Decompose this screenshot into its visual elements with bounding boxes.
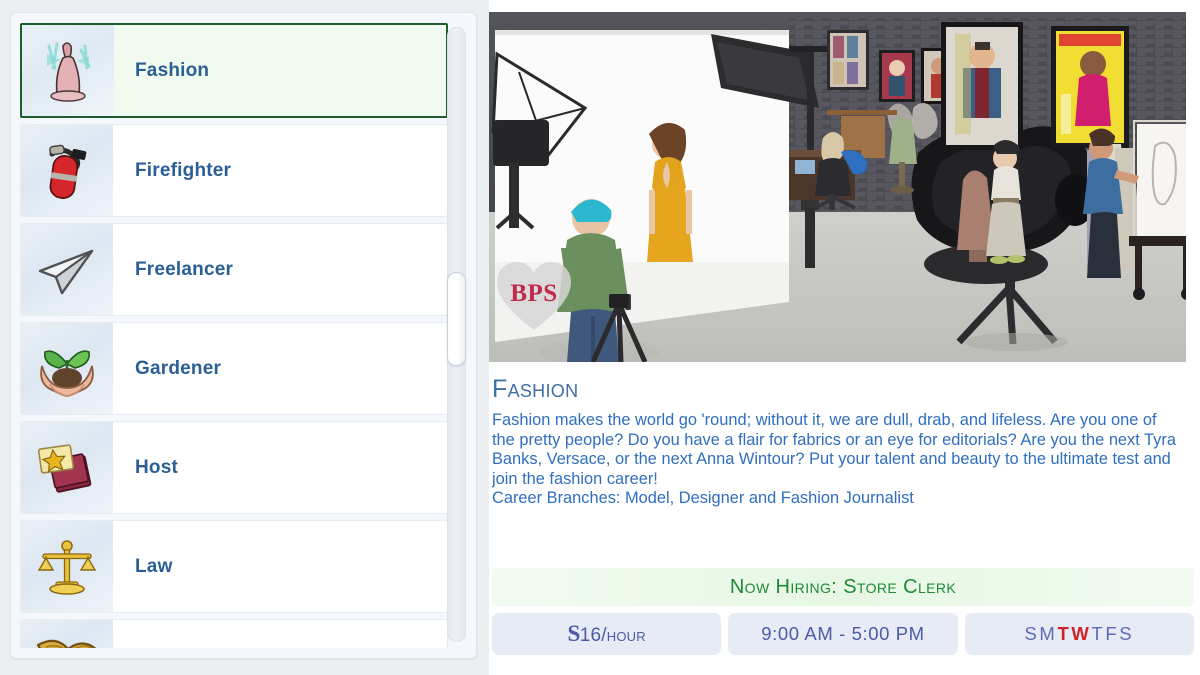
career-list-item-freelancer[interactable]: Freelancer bbox=[20, 223, 448, 316]
bps-watermark: BPS bbox=[495, 260, 573, 334]
career-selection-screen: Fashion Firefighter Freelancer Gardener … bbox=[0, 0, 1200, 675]
fire-extinguisher-icon bbox=[49, 144, 87, 199]
dress-icon bbox=[47, 41, 91, 102]
workday-letters: SMTWTFS bbox=[1024, 623, 1134, 645]
wage-unit: /hour bbox=[601, 625, 646, 646]
workday-0-inactive: S bbox=[1024, 623, 1040, 644]
gold-wings-icon bbox=[21, 620, 113, 648]
wage-amount: 16 bbox=[579, 625, 602, 646]
bps-watermark-text: BPS bbox=[510, 280, 558, 307]
scales-icon bbox=[21, 521, 113, 612]
career-preview-image: BPS bbox=[489, 12, 1186, 362]
paper-plane-icon bbox=[21, 224, 113, 315]
scales-icon bbox=[37, 539, 97, 595]
career-list-item-firefighter[interactable]: Firefighter bbox=[20, 124, 448, 217]
wage-value: S16/hour bbox=[567, 621, 645, 647]
workday-5-inactive: F bbox=[1105, 623, 1120, 644]
star-book-icon bbox=[21, 422, 113, 513]
workday-6-inactive: S bbox=[1119, 623, 1135, 644]
career-branches: Career Branches: Model, Designer and Fas… bbox=[492, 489, 914, 507]
career-list-panel: Fashion Firefighter Freelancer Gardener … bbox=[10, 12, 477, 659]
job-stats-row: S16/hour 9:00 AM - 5:00 PM SMTWTFS bbox=[492, 613, 1194, 655]
workday-4-inactive: T bbox=[1091, 623, 1106, 644]
paper-plane-icon bbox=[38, 249, 94, 294]
workday-3-active: W bbox=[1071, 623, 1092, 644]
hands-seedling-icon bbox=[21, 323, 113, 414]
career-list-item-label: Law bbox=[135, 555, 173, 577]
dress-icon bbox=[22, 25, 114, 116]
career-list-item-gardener[interactable]: Gardener bbox=[20, 322, 448, 415]
workdays-pill[interactable]: SMTWTFS bbox=[964, 613, 1194, 655]
career-list-scrollbar[interactable] bbox=[447, 27, 466, 642]
simoleon-icon: S bbox=[567, 621, 580, 646]
now-hiring-text: Now Hiring: Store Clerk bbox=[729, 575, 957, 598]
workday-1-inactive: M bbox=[1039, 623, 1058, 644]
gold-wings-icon bbox=[36, 639, 97, 648]
star-book-icon bbox=[37, 443, 92, 493]
career-list-item-label: Gardener bbox=[135, 357, 222, 379]
career-list-item-label: Firefighter bbox=[135, 159, 232, 181]
career-list-item-host[interactable]: Host bbox=[20, 421, 448, 514]
studio-scene-illustration bbox=[489, 12, 1186, 362]
scrollbar-thumb[interactable] bbox=[447, 272, 466, 366]
fire-extinguisher-icon bbox=[21, 125, 113, 216]
workday-2-active: T bbox=[1057, 623, 1072, 644]
career-list-item-partial[interactable] bbox=[20, 619, 448, 648]
career-list[interactable]: Fashion Firefighter Freelancer Gardener … bbox=[20, 23, 448, 648]
career-description: Fashion makes the world go 'round; witho… bbox=[492, 411, 1176, 488]
now-hiring-banner: Now Hiring: Store Clerk bbox=[492, 568, 1194, 606]
career-list-item-fashion[interactable]: Fashion bbox=[20, 23, 448, 118]
career-detail-panel: BPS Fashion Fashion makes the world go '… bbox=[489, 0, 1200, 675]
career-list-item-label bbox=[113, 620, 447, 648]
hours-pill[interactable]: 9:00 AM - 5:00 PM bbox=[728, 613, 958, 655]
career-list-item-law[interactable]: Law bbox=[20, 520, 448, 613]
wage-pill[interactable]: S16/hour bbox=[492, 613, 722, 655]
career-list-item-label: Fashion bbox=[135, 59, 210, 81]
career-list-item-label: Host bbox=[135, 456, 179, 478]
career-list-item-label: Freelancer bbox=[135, 258, 234, 280]
work-hours: 9:00 AM - 5:00 PM bbox=[761, 623, 925, 644]
hands-seedling-icon bbox=[40, 349, 94, 397]
page-title: Fashion bbox=[492, 375, 579, 403]
